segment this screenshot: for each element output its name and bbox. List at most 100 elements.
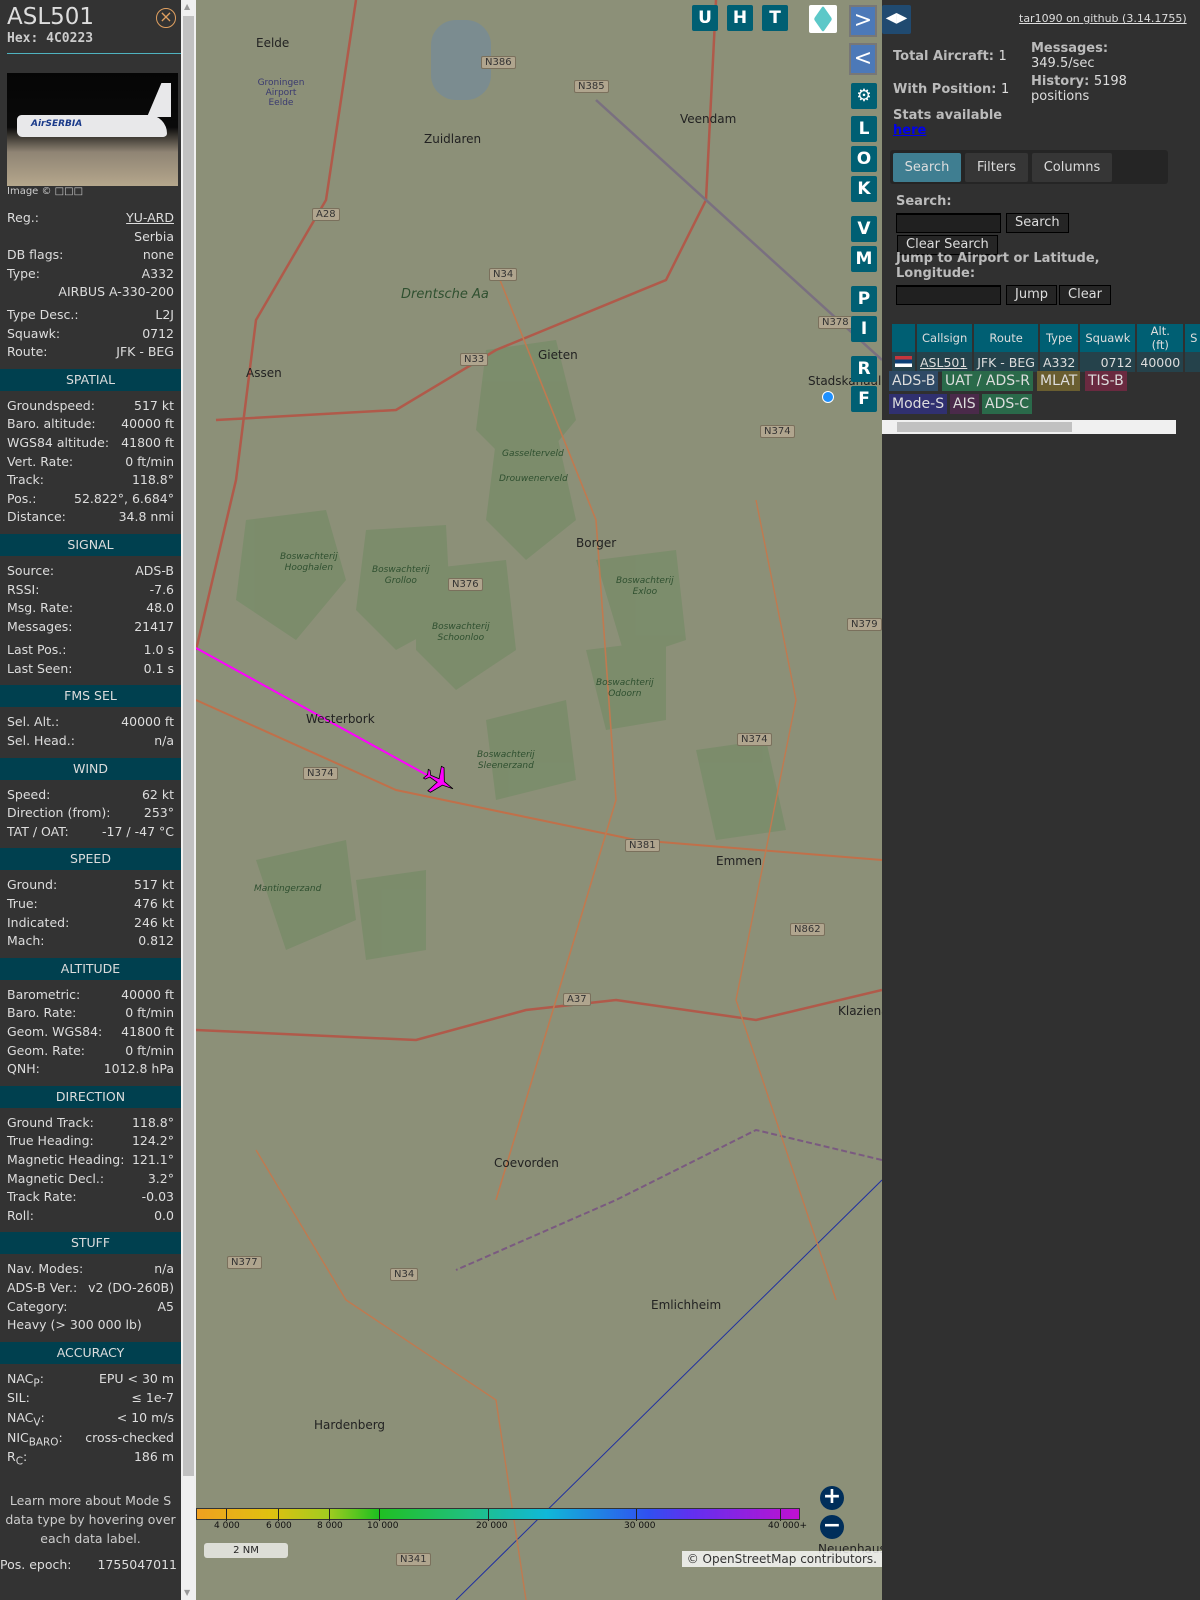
row-label[interactable]: Baro. altitude: xyxy=(7,415,96,434)
column-header[interactable] xyxy=(892,324,915,352)
source-badge-ads-c: ADS-C xyxy=(982,394,1033,414)
colorbar-tick-label: 8 000 xyxy=(317,1521,343,1531)
map-button-v[interactable]: V xyxy=(851,216,877,242)
row-label[interactable]: Baro. Rate: xyxy=(7,1004,76,1023)
column-header[interactable]: Type xyxy=(1039,324,1079,352)
row-label[interactable]: Magnetic Heading: xyxy=(7,1151,124,1170)
row-label[interactable]: Direction (from): xyxy=(7,804,111,823)
zoom-out-button[interactable]: − xyxy=(820,1515,844,1539)
row-label[interactable]: Speed: xyxy=(7,786,50,805)
row-label[interactable]: Pos.: xyxy=(7,490,36,509)
row-label[interactable]: True Heading: xyxy=(7,1132,94,1151)
column-header[interactable]: Squawk xyxy=(1080,324,1136,352)
jump-button[interactable]: Jump xyxy=(1006,285,1057,305)
map-button-l[interactable]: L xyxy=(851,116,877,142)
table-horizontal-scrollbar[interactable] xyxy=(882,420,1176,434)
row-label[interactable]: Nav. Modes: xyxy=(7,1260,83,1279)
aircraft-photo[interactable]: AirSERBIA xyxy=(7,73,178,186)
row-label[interactable]: Track: xyxy=(7,471,44,490)
column-header[interactable]: Route xyxy=(974,324,1038,352)
tab-columns[interactable]: Columns xyxy=(1032,153,1112,182)
stats-link[interactable]: here xyxy=(893,123,926,138)
search-input[interactable] xyxy=(896,213,1001,233)
row-value: 21417 xyxy=(134,618,174,634)
row-label[interactable]: WGS84 altitude: xyxy=(7,434,109,453)
row-label[interactable]: Vert. Rate: xyxy=(7,453,73,472)
map-button-m[interactable]: M xyxy=(851,246,877,272)
row-label[interactable]: Messages: xyxy=(7,618,73,637)
row-label[interactable]: NACV: xyxy=(7,1409,45,1429)
left-scrollbar[interactable]: ▲ ▼ xyxy=(181,0,196,1600)
row-label[interactable]: Indicated: xyxy=(7,914,69,933)
row-label: Type: xyxy=(7,265,40,281)
row-label[interactable]: Mach: xyxy=(7,932,44,951)
row-label[interactable]: Heavy (> 300 000 lb) xyxy=(7,1316,142,1335)
messages-label: Messages: xyxy=(1031,41,1109,56)
row-label[interactable]: ADS-B Ver.: xyxy=(7,1279,77,1298)
search-button[interactable]: Search xyxy=(1006,213,1069,233)
column-header[interactable]: Alt. (ft) xyxy=(1137,324,1184,352)
row-label[interactable]: TAT / OAT: xyxy=(7,823,69,842)
table-row[interactable]: ASL501 JFK - BEG A332 0712 40000 xyxy=(892,352,1200,372)
row-value: ADS-B xyxy=(135,562,174,578)
row-label[interactable]: Geom. Rate: xyxy=(7,1042,85,1061)
detail-row: Pos.: 52.822°, 6.684° xyxy=(0,490,181,509)
jump-input[interactable] xyxy=(896,285,1001,305)
zoom-in-button[interactable]: + xyxy=(820,1486,844,1510)
tab-search[interactable]: Search xyxy=(893,153,961,182)
table-cell[interactable]: ASL501 xyxy=(917,352,973,372)
map-button-f[interactable]: F xyxy=(851,386,877,412)
tab-bar: Search Filters Columns xyxy=(890,150,1168,184)
colorbar-tick-label: 4 000 xyxy=(214,1521,240,1531)
map-button-o[interactable]: O xyxy=(851,146,877,172)
row-value[interactable]: YU-ARD xyxy=(126,209,174,228)
map-button-t[interactable]: T xyxy=(762,5,788,31)
map-button-h[interactable]: H xyxy=(727,5,753,31)
row-label[interactable]: SIL: xyxy=(7,1389,30,1408)
map[interactable]: Eelde Groningen Airport Eelde Zuidlaren Vee… xyxy=(196,0,882,1600)
row-value: n/a xyxy=(154,1261,174,1277)
row-label[interactable]: Ground Track: xyxy=(7,1114,94,1133)
map-button-r[interactable]: R xyxy=(851,356,877,382)
map-button-i[interactable]: I xyxy=(851,316,877,342)
row-label[interactable]: Ground: xyxy=(7,876,57,895)
row-label[interactable]: Sel. Head.: xyxy=(7,732,75,751)
row-label[interactable]: Groundspeed: xyxy=(7,397,95,416)
row-label[interactable]: Msg. Rate: xyxy=(7,599,73,618)
collapse-sidebar-button[interactable]: < xyxy=(849,43,877,75)
close-icon[interactable]: × xyxy=(156,8,176,28)
row-label[interactable]: NACP: xyxy=(7,1370,44,1390)
row-label[interactable]: Last Seen: xyxy=(7,660,72,679)
row-label[interactable]: Distance: xyxy=(7,508,66,527)
row-label[interactable]: Roll: xyxy=(7,1207,34,1226)
row-label[interactable]: NICBARO: xyxy=(7,1429,63,1449)
clear-jump-button[interactable]: Clear xyxy=(1059,285,1111,305)
row-label[interactable]: QNH: xyxy=(7,1060,40,1079)
map-button-k[interactable]: K xyxy=(851,176,877,202)
row-label[interactable]: Track Rate: xyxy=(7,1188,77,1207)
row-label[interactable]: Sel. Alt.: xyxy=(7,713,59,732)
table-cell: 40000 xyxy=(1137,352,1184,372)
row-value: 0 ft/min xyxy=(125,1005,174,1021)
row-label[interactable]: Category: xyxy=(7,1298,67,1317)
github-link[interactable]: tar1090 on github (3.14.1755) xyxy=(1019,12,1187,25)
row-label[interactable]: Source: xyxy=(7,562,54,581)
row-label[interactable]: True: xyxy=(7,895,38,914)
column-header[interactable]: S xyxy=(1185,324,1200,352)
row-label[interactable]: Magnetic Decl.: xyxy=(7,1170,104,1189)
toggle-sidebar-arrows-icon[interactable]: ◀▶ xyxy=(882,5,911,34)
row-label[interactable]: Geom. WGS84: xyxy=(7,1023,102,1042)
map-button-u[interactable]: U xyxy=(692,5,718,31)
row-label[interactable]: Last Pos.: xyxy=(7,641,66,660)
settings-gear-icon[interactable]: ⚙ xyxy=(851,83,877,109)
map-button-p[interactable]: P xyxy=(851,286,877,312)
colorbar-tick xyxy=(278,1509,279,1521)
column-header[interactable]: Callsign xyxy=(917,324,973,352)
receiver-location-icon xyxy=(822,391,834,403)
row-label[interactable]: RSSI: xyxy=(7,581,39,600)
expand-sidebar-button[interactable]: > xyxy=(849,5,877,37)
tab-filters[interactable]: Filters xyxy=(965,153,1028,182)
layers-icon[interactable] xyxy=(809,5,837,33)
row-label[interactable]: Barometric: xyxy=(7,986,80,1005)
row-label[interactable]: RC: xyxy=(7,1448,27,1468)
